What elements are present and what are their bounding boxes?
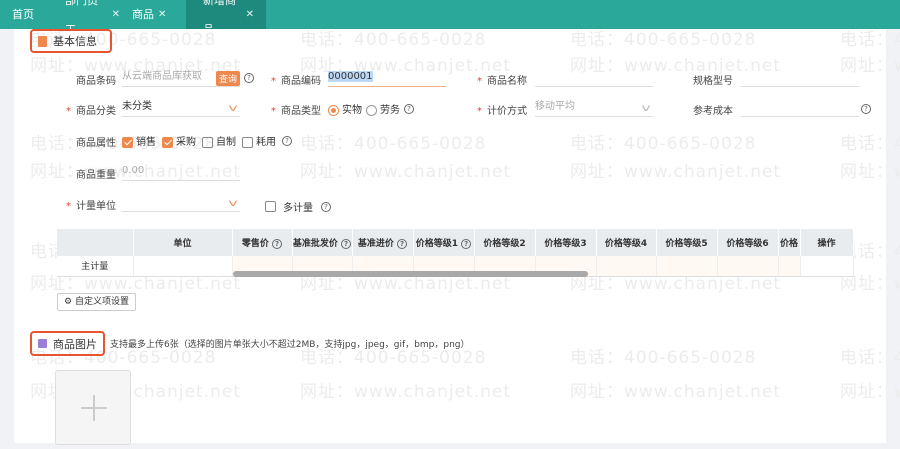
code-value: 0000001 (328, 71, 373, 82)
chevron-down-icon: v (228, 103, 238, 114)
col-header: 单位 (133, 229, 233, 256)
close-icon[interactable]: ✕ (112, 0, 120, 29)
table-header: 单位 零售价 ? 基准批发价 ? 基准进价 ? 价格等级1 ? 价格等级2 价格… (57, 229, 854, 256)
watermark-text: 电话：400-665-0028 (300, 30, 487, 50)
multi-unit-checkbox[interactable]: 多计量? (265, 199, 331, 214)
barcode-label: 商品条码 (76, 76, 116, 87)
col-header: 价格 (778, 229, 801, 256)
pricing-value: 移动平均 (535, 101, 575, 112)
chevron-down-icon: v (641, 103, 651, 114)
col-header: 价格等级3 (535, 229, 597, 256)
cell[interactable] (596, 256, 657, 277)
watermark-text: 电话：400-665-0028 (840, 134, 900, 154)
type-label: * 商品类型 (271, 106, 321, 117)
weight-input[interactable]: 0.00 (122, 161, 240, 181)
unit-select[interactable]: v (122, 192, 240, 212)
unit-cell[interactable] (133, 256, 233, 277)
col-header: 基准批发价 ? (292, 229, 353, 256)
checkbox-consume[interactable]: 耗用 (242, 133, 276, 148)
watermark-text: 网址：www.chanjet.net (300, 382, 512, 402)
section-product-images: 商品图片 (30, 331, 105, 356)
spec-input[interactable] (741, 67, 859, 87)
refcost-label: 参考成本 (693, 106, 733, 117)
query-button[interactable]: 查询 (216, 71, 241, 86)
tab-label: 商品 (132, 8, 154, 21)
watermark-text: 网址：www.chanjet.net (840, 162, 900, 182)
weight-label: 商品重量 (76, 170, 116, 181)
col-header: 价格等级6 (717, 229, 779, 256)
type-radio-physical[interactable]: 实物 (328, 101, 362, 116)
image-icon (38, 339, 47, 348)
col-header: 价格等级2 (474, 229, 536, 256)
col-header: 价格等级1 ? (413, 229, 475, 256)
checkbox-sales[interactable]: 销售 (122, 133, 156, 148)
watermark-text: 网址：www.chanjet.net (840, 382, 900, 402)
actions-cell[interactable] (800, 256, 854, 277)
col-header: 操作 (800, 229, 854, 256)
help-icon[interactable]: ? (244, 73, 254, 83)
attrs-label: 商品属性 (76, 138, 116, 149)
watermark-text: 网址：www.chanjet.net (570, 162, 782, 182)
tab-label: 首页 (12, 8, 34, 21)
watermark-text: 电话：400-665-0028 (300, 134, 487, 154)
help-icon[interactable]: ? (282, 135, 292, 146)
document-icon (38, 35, 47, 47)
checkbox-selfmade[interactable]: 自制 (202, 133, 236, 148)
tab-home[interactable]: 首页 (0, 0, 50, 29)
cell[interactable] (717, 256, 779, 277)
watermark-text: 电话：400-665-0028 (570, 30, 757, 50)
attrs-checkbox-group: 销售 采购 自制 耗用 ? (122, 133, 292, 148)
col-header: 零售价 ? (232, 229, 293, 256)
unit-label: * 计量单位 (66, 201, 116, 212)
help-icon[interactable]: ? (404, 103, 414, 114)
category-select[interactable]: 未分类 v (122, 97, 240, 117)
tab-new-product[interactable]: 新增商品✕ (186, 0, 266, 36)
cell[interactable] (656, 256, 718, 277)
row-label: 主计量 (57, 256, 134, 277)
tab-bar: 首页 部门员工✕ 商品 ✕ 新增商品✕ (0, 0, 900, 36)
weight-placeholder: 0.00 (122, 165, 145, 176)
checkbox-purchase[interactable]: 采购 (162, 133, 196, 148)
watermark-text: 电话：400-665-0028 (570, 348, 757, 368)
upload-image-button[interactable] (55, 370, 131, 445)
gear-icon: ⚙ (64, 297, 73, 307)
close-icon[interactable]: ✕ (246, 0, 254, 29)
refcost-input[interactable] (741, 97, 859, 117)
type-radio-group: 实物 劳务 ? (328, 101, 414, 116)
help-icon[interactable]: ? (861, 104, 871, 114)
chevron-down-icon: v (228, 198, 238, 209)
section-title: 基本信息 (53, 35, 97, 48)
col-header: 价格等级5 (656, 229, 718, 256)
code-label: * 商品编码 (271, 76, 321, 87)
tab-products[interactable]: 商品 ✕ (132, 0, 186, 29)
code-input[interactable]: 0000001 (328, 67, 446, 87)
col-header (57, 229, 134, 256)
watermark-text: 网址：www.chanjet.net (300, 162, 512, 182)
pricing-select[interactable]: 移动平均 v (535, 97, 653, 117)
col-header: 基准进价 ? (352, 229, 414, 256)
unit-table: 单位 零售价 ? 基准批发价 ? 基准进价 ? 价格等级1 ? 价格等级2 价格… (57, 229, 854, 277)
horizontal-scrollbar[interactable] (233, 271, 588, 277)
section-basic-info: 基本信息 (30, 29, 112, 53)
name-input[interactable] (535, 67, 653, 87)
watermark-text: 电话：400-665-0028 (840, 348, 900, 368)
cell[interactable] (778, 256, 801, 277)
watermark-text: 电话：400-665-0028 (570, 134, 757, 154)
form-panel: 电话：400-665-0028 电话：400-665-0028 电话：400-665… (14, 29, 900, 445)
section-title: 商品图片 (53, 337, 97, 351)
category-label: * 商品分类 (66, 106, 116, 117)
close-icon[interactable]: ✕ (158, 0, 166, 29)
upload-hint: 支持最多上传6张（选择的图片单张大小不超过2MB，支持jpg，jpeg，gif，… (110, 340, 470, 350)
col-header: 价格等级4 (596, 229, 657, 256)
watermark-text: 网址：www.chanjet.net (570, 382, 782, 402)
name-label: * 商品名称 (477, 76, 527, 87)
pricing-label: * 计价方式 (477, 106, 527, 117)
custom-fields-button[interactable]: ⚙ 自定义项设置 (57, 293, 136, 311)
help-icon[interactable]: ? (321, 201, 331, 212)
tab-department-staff[interactable]: 部门员工✕ (50, 0, 132, 36)
spec-label: 规格型号 (693, 76, 733, 87)
barcode-placeholder: 从云端商品库获取 (122, 71, 202, 82)
category-value: 未分类 (122, 101, 152, 112)
type-radio-service[interactable]: 劳务 (366, 101, 400, 116)
